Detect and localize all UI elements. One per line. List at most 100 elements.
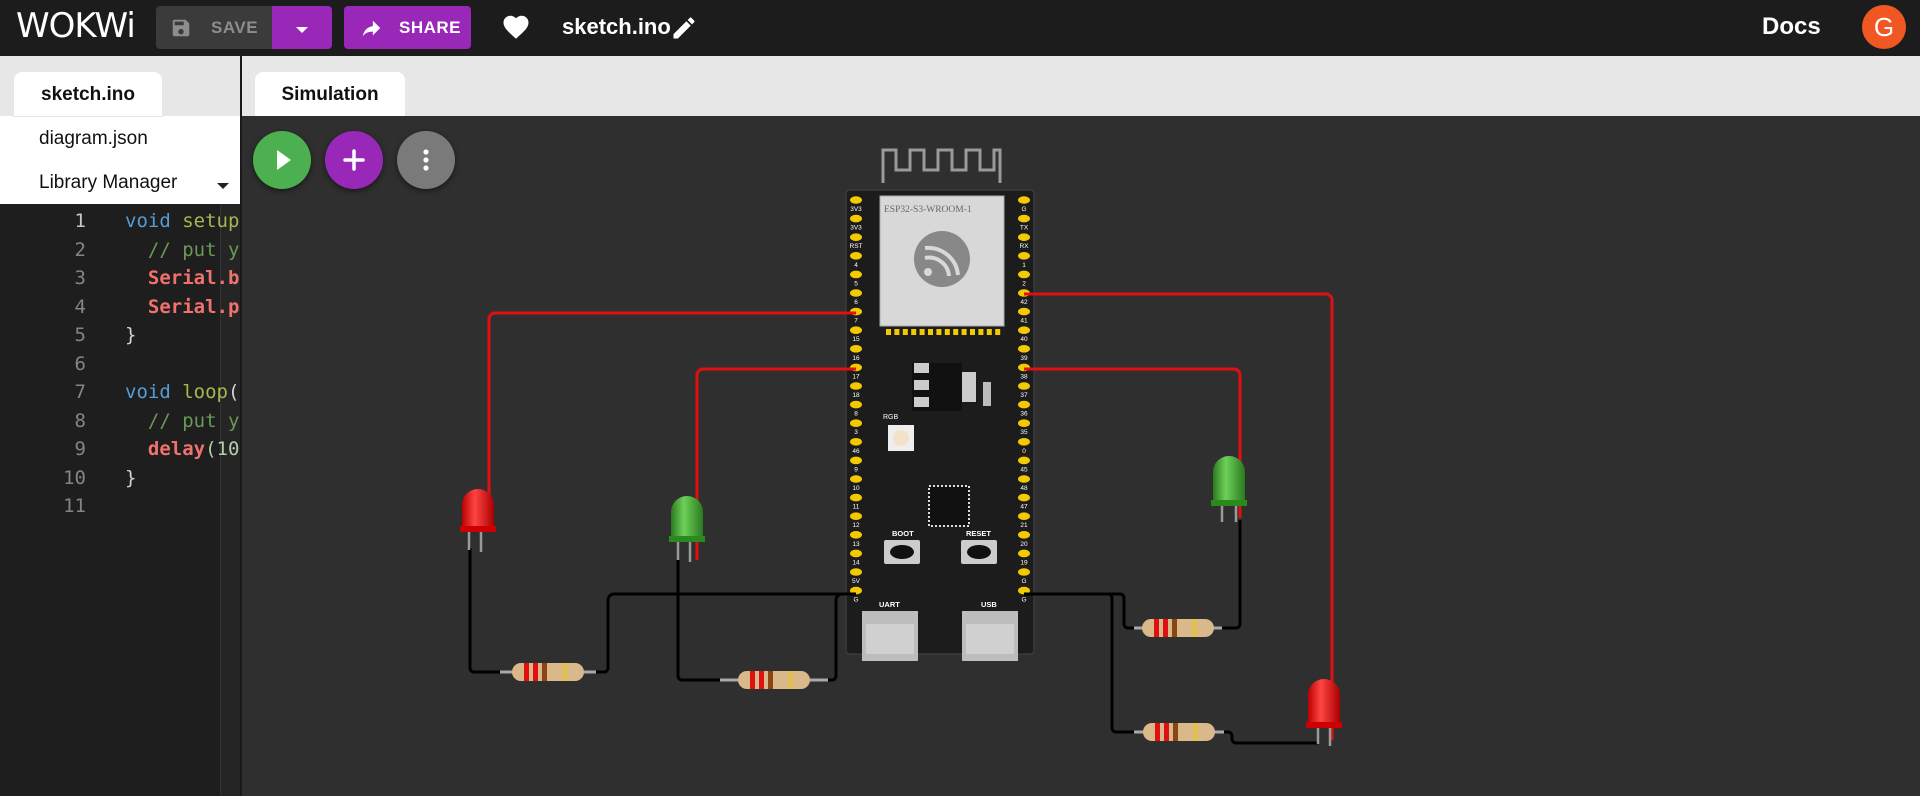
tab-sketch-ino[interactable]: sketch.ino [14,72,162,116]
pin-pad[interactable] [850,438,862,446]
pin-label: 7 [854,318,858,325]
pin-pad[interactable] [850,326,862,335]
resistor-3[interactable] [1134,619,1222,637]
pin-pad[interactable] [1018,456,1030,465]
led-1-body [462,489,494,528]
line-number: 10 [63,466,86,489]
pin-pad[interactable] [850,419,862,428]
code-area[interactable]: 1 2 3 4 5 6 7 8 9 10 11 void setup // put y Serial.… [0,204,240,796]
pin-pad[interactable] [850,512,862,520]
regulator-pin [914,380,929,390]
pin-pad[interactable] [850,233,862,241]
pin-pad[interactable] [1018,400,1030,409]
pin-pad[interactable] [850,493,862,502]
pin-pad[interactable] [850,214,862,223]
tab-diagram-json[interactable]: diagram.json [39,128,148,150]
pin-pad[interactable] [1018,214,1030,223]
pin-pad[interactable] [1018,307,1030,316]
tab-simulation[interactable]: Simulation [255,72,405,116]
code-line[interactable]: delay(10 [125,438,240,460]
code-line[interactable]: } [125,467,136,489]
pin-pad[interactable] [1018,493,1030,502]
pin-label: 21 [1020,522,1028,529]
resistor-band [1154,619,1159,637]
code-line[interactable]: void loop( [125,381,239,403]
pin-pad[interactable] [850,345,862,353]
code-line[interactable]: void setup [125,210,239,232]
module-pad [928,329,933,335]
pin-pad[interactable] [1018,475,1030,483]
pin-label: 45 [1020,466,1028,473]
save-button[interactable]: SAVE [156,6,272,49]
resistor-band [562,663,567,681]
module-label: ESP32-S3-WROOM-1 [884,205,972,215]
chevron-down-icon[interactable] [216,178,230,196]
simulation-canvas[interactable] [242,116,1920,796]
avatar[interactable]: G [1862,5,1906,49]
pin-pad[interactable] [1018,419,1030,428]
code-line[interactable]: } [125,324,136,346]
code-line[interactable]: // put y [125,410,240,432]
pin-pad[interactable] [1018,252,1030,260]
editor-scrollbar[interactable] [220,204,240,796]
code-line[interactable]: Serial.p [125,296,240,318]
docs-link[interactable]: Docs [1762,13,1821,41]
pin-pad[interactable] [1018,568,1030,576]
pin-pad[interactable] [850,270,862,279]
start-simulation-button[interactable] [253,131,311,189]
more-options-button[interactable] [397,131,455,189]
code-token: void [125,381,183,403]
pin-pad[interactable] [850,456,862,465]
share-button[interactable]: SHARE [344,6,471,49]
pin-label: 9 [854,466,858,473]
pin-pad[interactable] [850,531,862,539]
pin-label: 4 [854,262,858,269]
pin-pad[interactable] [1018,196,1030,204]
pin-pad[interactable] [850,252,862,260]
led-3-body [1213,456,1245,502]
pin-label: 42 [1020,299,1028,306]
pin-label: 12 [852,522,860,529]
pin-pad[interactable] [850,549,862,558]
pin-label: G [853,597,858,604]
led-2-rim [669,536,705,542]
resistor-band [533,663,538,681]
pin-pad[interactable] [1018,326,1030,335]
code-token: setup [182,210,240,232]
esp32-s3-board[interactable]: ESP32-S3-WROOM-1 3V33V3RST45671516171883… [845,148,1035,661]
pin-pad[interactable] [1018,531,1030,539]
pin-pad[interactable] [850,400,862,409]
pin-pad[interactable] [1018,270,1030,279]
pin-pad[interactable] [850,475,862,483]
project-name[interactable]: sketch.ino [562,14,671,40]
pin-pad[interactable] [1018,233,1030,241]
heart-icon[interactable] [500,12,532,47]
pin-pad[interactable] [850,196,862,204]
led-2-body [671,496,703,538]
pin-pad[interactable] [1018,438,1030,446]
module-pad [894,329,900,335]
resistor-4[interactable] [1134,723,1224,741]
code-line[interactable]: // put y [125,239,240,261]
wokwi-logo[interactable]: WOKWi [16,6,136,46]
pin-pad[interactable] [1018,382,1030,390]
pin-label: G [1021,578,1026,585]
line-number: 6 [74,352,86,375]
tab-library-manager[interactable]: Library Manager [39,172,177,194]
pin-pad[interactable] [1018,512,1030,520]
pin-pad[interactable] [850,382,862,390]
resistor-band [1173,723,1178,741]
code-token: void [125,210,183,232]
rgb-label: RGB [883,414,899,421]
pin-pad[interactable] [1018,345,1030,353]
pencil-icon[interactable] [670,14,698,47]
code-line[interactable]: Serial.b [125,267,240,289]
pin-label: 39 [1020,355,1028,362]
resistor-band [1155,723,1160,741]
pin-pad[interactable] [1018,549,1030,558]
pin-label: 19 [1020,559,1028,566]
pin-pad[interactable] [850,289,862,297]
pin-pad[interactable] [850,568,862,576]
save-options-button[interactable] [272,6,332,49]
add-part-button[interactable] [325,131,383,189]
